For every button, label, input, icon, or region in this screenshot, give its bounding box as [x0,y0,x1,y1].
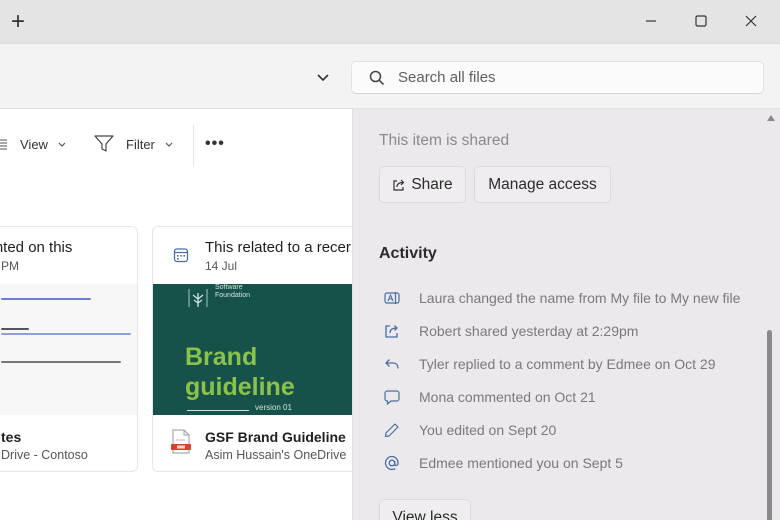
activity-item: Robert shared yesterday at 2:29pm [383,314,763,347]
brand-title-line: guideline [185,373,295,401]
brand-title: Brand guideline [185,342,295,402]
activity-text: Robert shared yesterday at 2:29pm [419,322,639,339]
minimize-icon [646,20,656,22]
card-header: ...mmented on this PM [0,227,137,284]
share-icon [383,322,401,340]
more-options-button[interactable]: ••• [205,129,225,159]
search-icon [369,70,385,85]
card-header: This related to a recer 14 Jul [153,227,352,284]
activity-item: Tyler replied to a comment by Edmee on O… [383,347,763,380]
title-bar: + [0,0,780,43]
search-box[interactable] [351,61,764,94]
brand-version: version 01 [255,403,292,412]
maximize-button[interactable] [686,8,716,34]
activity-list: Laura changed the name from My file to M… [383,281,763,479]
file-card[interactable]: This related to a recer 14 Jul Software F… [152,226,352,472]
activity-text: Mona commented on Oct 21 [419,388,596,405]
toolbar-divider [193,125,194,167]
activity-text: You edited on Sept 20 [419,421,557,438]
gsf-logo-icon [188,289,208,307]
view-label: View [20,136,48,152]
list-view-icon [0,139,7,150]
new-tab-button[interactable]: + [8,10,28,34]
comment-icon [383,388,401,406]
close-icon [745,15,757,27]
scrollbar-thumb[interactable] [767,330,772,520]
file-name: GSF Brand Guideline [205,429,346,445]
chevron-down-icon [58,142,66,147]
card-reason: ...mmented on this [0,239,73,256]
brand-title-line: Brand [185,343,258,371]
activity-text: Edmee mentioned you on Sept 5 [419,454,623,471]
minimize-button[interactable] [636,8,666,34]
activity-item: Laura changed the name from My file to M… [383,281,763,314]
org-name: Software Foundation [215,284,250,300]
shared-status: This item is shared [379,132,510,149]
details-panel: This item is shared Share Manage access … [352,109,780,520]
filter-label: Filter [126,136,155,152]
share-label: Share [411,175,453,193]
manage-access-button[interactable]: Manage access [474,166,611,203]
file-location: Asim Hussain's OneDrive [205,448,347,462]
chevron-down-icon [317,74,329,82]
filter-icon [94,135,114,152]
activity-heading: Activity [379,245,437,262]
filter-button[interactable]: Filter [94,129,174,159]
card-date: 14 Jul [205,259,238,273]
card-footer: GSF Brand Guideline Asim Hussain's OneDr… [153,415,352,471]
main-content: View Filter ••• ...mmented on this PM te… [0,109,352,520]
card-date: PM [1,259,19,273]
close-button[interactable] [736,8,766,34]
card-footer: tes Drive - Contoso [0,415,137,471]
activity-text: Tyler replied to a comment by Edmee on O… [419,355,716,372]
view-less-button[interactable]: View less [379,499,471,520]
location-dropdown[interactable] [314,68,332,86]
address-bar [0,43,780,109]
chevron-down-icon [165,142,173,147]
pdf-file-icon [171,429,191,454]
mention-icon [383,454,401,472]
scroll-up-arrow-icon[interactable] [766,114,776,122]
calendar-icon [173,248,189,263]
rename-icon [383,289,401,307]
activity-item: Mona commented on Oct 21 [383,380,763,413]
maximize-icon [695,15,707,27]
view-button[interactable]: View [0,129,67,159]
org-name-line: Software [215,284,243,291]
file-card[interactable]: ...mmented on this PM tes Drive - Contos… [0,226,138,472]
command-bar: View Filter ••• [0,125,352,167]
search-input[interactable] [398,69,728,86]
card-reason: This related to a recer [205,239,351,256]
file-location: Drive - Contoso [1,448,88,462]
share-icon [393,179,405,191]
activity-item: You edited on Sept 20 [383,413,763,446]
document-thumbnail [0,284,137,415]
share-button[interactable]: Share [379,166,466,203]
org-name-line: Foundation [215,292,251,299]
divider [187,410,249,411]
pencil-icon [383,421,401,439]
file-name: tes [1,429,22,445]
activity-text: Laura changed the name from My file to M… [419,289,741,306]
brand-thumbnail: Software Foundation Brand guideline versio… [153,284,352,415]
reply-icon [383,355,401,373]
activity-item: Edmee mentioned you on Sept 5 [383,446,763,479]
